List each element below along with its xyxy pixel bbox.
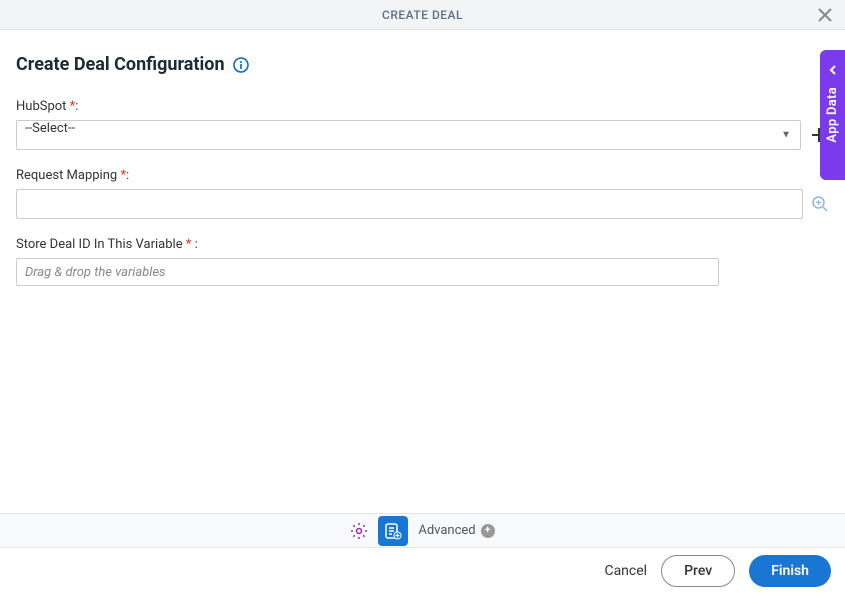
gear-icon[interactable]	[350, 522, 368, 540]
dialog-content: Create Deal Configuration HubSpot *: --S…	[0, 30, 845, 286]
plus-circle-icon: +	[481, 524, 495, 538]
hubspot-select[interactable]: --Select--	[16, 120, 801, 150]
hubspot-field-row: --Select-- ▼	[16, 120, 829, 150]
hubspot-select-wrapper: --Select-- ▼	[16, 120, 801, 150]
close-icon	[818, 8, 832, 22]
request-mapping-field-row	[16, 189, 829, 219]
prev-button[interactable]: Prev	[661, 555, 735, 587]
request-mapping-label: Request Mapping *:	[16, 168, 829, 183]
form-add-button[interactable]	[378, 516, 408, 546]
app-data-label: App Data	[825, 87, 840, 143]
finish-button[interactable]: Finish	[749, 555, 831, 587]
hubspot-field-group: HubSpot *: --Select-- ▼	[16, 99, 829, 150]
chevron-left-icon	[828, 60, 838, 79]
store-deal-id-field-group: Store Deal ID In This Variable * : Drag …	[16, 237, 829, 286]
form-add-icon	[384, 522, 402, 540]
advanced-label: Advanced	[418, 523, 475, 538]
dialog-header: CREATE DEAL	[0, 0, 845, 30]
request-mapping-input[interactable]	[16, 189, 803, 219]
info-icon[interactable]	[233, 57, 249, 73]
page-title-row: Create Deal Configuration	[16, 54, 829, 75]
advanced-toggle[interactable]: Advanced +	[418, 523, 494, 538]
app-data-side-tab[interactable]: App Data	[820, 50, 845, 180]
cancel-button[interactable]: Cancel	[604, 563, 647, 579]
request-mapping-field-group: Request Mapping *:	[16, 168, 829, 219]
page-title: Create Deal Configuration	[16, 54, 225, 75]
hubspot-label: HubSpot *:	[16, 99, 829, 114]
dialog-footer: Cancel Prev Finish	[0, 548, 845, 594]
dialog-title: CREATE DEAL	[382, 8, 463, 22]
search-zoom-icon[interactable]	[811, 195, 829, 213]
store-deal-id-input[interactable]: Drag & drop the variables	[16, 258, 719, 286]
close-button[interactable]	[815, 5, 835, 25]
store-deal-id-label: Store Deal ID In This Variable * :	[16, 237, 829, 252]
bottom-toolbar: Advanced +	[0, 513, 845, 548]
